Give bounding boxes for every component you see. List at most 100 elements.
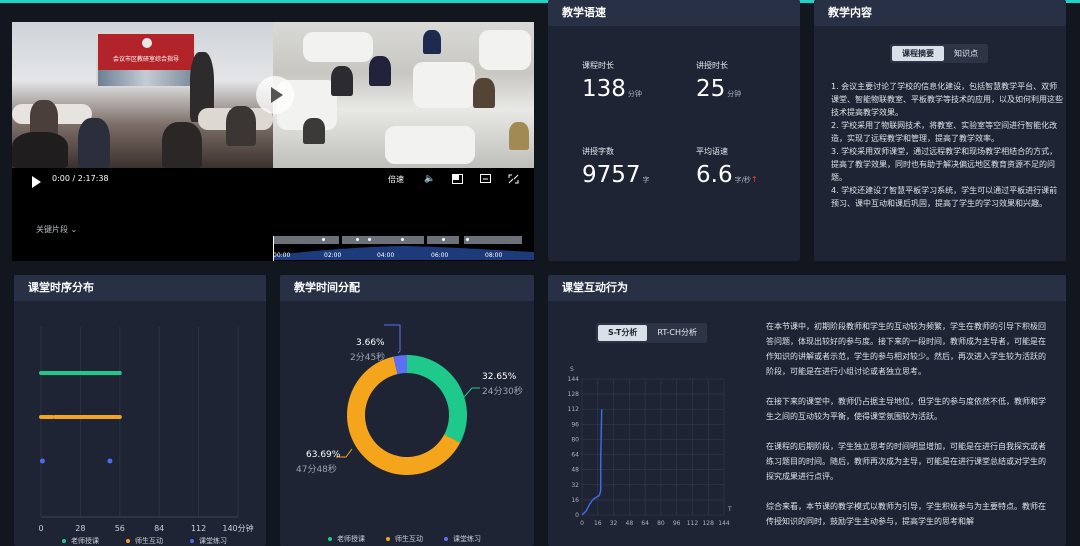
- timeline-chart: 0 28 56 84 112 140分钟: [38, 327, 254, 533]
- analysis-tabs: S-T分析 RT-CH分析: [596, 323, 707, 343]
- volume-icon[interactable]: 🔈: [424, 174, 435, 184]
- play-icon[interactable]: [32, 176, 41, 188]
- x-tick-label: 112: [687, 520, 699, 527]
- trend-up-icon: ↑: [750, 175, 758, 184]
- video-time: 0:00 / 2:17:38: [52, 174, 109, 183]
- camera-view-overhead: [273, 22, 534, 168]
- x-tick-label: 96: [673, 520, 681, 527]
- summary-item: 2. 学校采用了物联网技术，将教室、实验室等空间进行智能化改造，实现了远程教学和…: [831, 121, 1058, 143]
- word-count-value: 9757 字: [582, 162, 650, 188]
- legend-item: 老师授课: [62, 536, 99, 546]
- tab-summary[interactable]: 课程摘要: [892, 46, 944, 61]
- legend-item: 课堂练习: [190, 536, 227, 546]
- timeline-segment[interactable]: [273, 236, 339, 244]
- tab-knowledge-points[interactable]: 知识点: [944, 44, 988, 63]
- donut-label-pct: 32.65%: [482, 372, 517, 382]
- interaction-panel-title: 课堂互动行为: [548, 275, 1066, 301]
- y-tick-label: 16: [571, 497, 579, 504]
- y-tick-label: 64: [571, 452, 579, 459]
- donut-label-time: 24分30秒: [482, 387, 523, 397]
- x-tick-label: 0: [38, 524, 43, 533]
- timeline-panel-title: 课堂时序分布: [14, 275, 266, 301]
- timeline-segment[interactable]: [464, 236, 522, 244]
- legend-item: 师生互动: [386, 534, 423, 544]
- teaching-content-panel: 教学内容 课程摘要 知识点 1. 会议主要讨论了学校的信息化建设，包括智慧教学平…: [814, 0, 1066, 261]
- legend-item: 师生互动: [126, 536, 163, 546]
- st-line: [581, 409, 603, 516]
- y-tick-label: 48: [571, 467, 579, 474]
- summary-item: 3. 学校采用双师课堂，通过远程教学和现场教学相结合的方式，提高了教学效果，同时…: [831, 147, 1058, 182]
- content-panel-title: 教学内容: [814, 0, 1066, 26]
- x-tick-label: 48: [626, 520, 634, 527]
- video-player[interactable]: 会议市区教研室综合指导 0:00 / 2:17:38 倍速 🔈 关键片段 ⌄ 0…: [12, 22, 534, 261]
- y-tick-label: 32: [571, 482, 579, 489]
- tab-st-analysis[interactable]: S-T分析: [598, 325, 648, 341]
- tab-rtch-analysis[interactable]: RT-CH分析: [647, 323, 707, 343]
- picture-in-picture-icon[interactable]: [452, 174, 463, 184]
- x-tick-label: 28: [75, 524, 85, 533]
- avg-speed-value: 6.6 字/秒↑: [696, 162, 758, 188]
- analysis-paragraph: 在本节课中，初期阶段教师和学生的互动较为频繁，学生在教师的引导下积极回答问题，体…: [766, 322, 1046, 376]
- y-tick-label: 128: [568, 391, 580, 398]
- legend-item: 课堂练习: [444, 534, 481, 544]
- video-controls: 0:00 / 2:17:38 倍速 🔈 关键片段 ⌄ 00:00 02:00 0: [12, 168, 534, 261]
- timeline-point: [39, 458, 45, 464]
- st-chart: 0016163232484864648080969611211212812814…: [568, 366, 732, 527]
- x-tick-label: 16: [594, 520, 602, 527]
- lecture-duration-value: 25 分钟: [696, 76, 742, 102]
- leader-line: [463, 387, 480, 398]
- time-allocation-panel: 教学时间分配 3.66% 2分45秒 32.65% 24分30秒 63.69% …: [280, 275, 534, 546]
- y-tick-label: 112: [568, 406, 580, 413]
- x-tick-label: 140分钟: [222, 523, 253, 533]
- x-tick-label: 84: [154, 524, 164, 533]
- x-tick-label: 56: [115, 524, 125, 533]
- fullscreen-icon[interactable]: [508, 174, 519, 184]
- analysis-paragraph: 在接下来的课堂中，教师仍占据主导地位，但学生的参与度依然不低，教师和学生之间的互…: [766, 397, 1046, 421]
- x-axis-label: T: [727, 506, 732, 513]
- y-tick-label: 144: [568, 376, 580, 383]
- timeline-distribution-panel: 课堂时序分布 0 28 56 84 112 140分钟 老师授课 师生互动 课堂练习: [14, 275, 266, 546]
- analysis-paragraph: 在课程的后期阶段，学生独立思考的时间明显增加，可能是在进行自我探究或者练习题目的…: [766, 442, 1046, 481]
- screen-text: 会议市区教研室综合指导: [112, 56, 179, 63]
- word-count-label: 讲授字数: [582, 147, 614, 156]
- x-tick-label: 80: [657, 520, 665, 527]
- x-tick-label: 112: [191, 524, 206, 533]
- x-tick-label: 64: [641, 520, 649, 527]
- y-tick-label: 80: [571, 436, 579, 443]
- speech-panel-title: 教学语速: [548, 0, 800, 26]
- analysis-paragraph: 综合来看，本节课的教学模式以教师为引导，学生积极参与为主要特点。教师在传授知识的…: [766, 502, 1046, 526]
- donut-slice: [407, 355, 467, 443]
- avg-speed-label: 平均语速: [696, 147, 728, 156]
- speech-rate-panel: 教学语速 课程时长 138 分钟 讲授时长 25 分钟 讲授字数 9757 字 平均语…: [548, 0, 800, 261]
- content-tabs: 课程摘要 知识点: [890, 44, 988, 63]
- y-tick-label: 0: [575, 512, 579, 519]
- x-tick-label: 144: [718, 520, 730, 527]
- subtitle-icon[interactable]: [480, 174, 491, 184]
- camera-view-front: 会议市区教研室综合指导: [12, 22, 273, 168]
- y-tick-label: 96: [571, 421, 579, 428]
- key-segments-toggle[interactable]: 关键片段 ⌄: [36, 224, 77, 235]
- timeline-segment[interactable]: [342, 236, 424, 244]
- x-tick-label: 32: [610, 520, 618, 527]
- allocation-panel-title: 教学时间分配: [280, 275, 534, 301]
- donut-label-pct: 3.66%: [356, 338, 385, 348]
- donut-label-time: 2分45秒: [350, 353, 386, 363]
- donut-label-pct: 63.69%: [306, 450, 341, 460]
- y-axis-label: S: [570, 366, 574, 373]
- course-duration-value: 138 分钟: [582, 76, 642, 102]
- summary-item: 4. 学校还建设了智慧平板学习系统，学生可以通过平板进行课前预习、课中互动和课后…: [831, 186, 1058, 208]
- speed-button[interactable]: 倍速: [388, 174, 404, 185]
- leader-line: [384, 324, 401, 354]
- school-logo-icon: [142, 38, 152, 48]
- summary-item: 1. 会议主要讨论了学校的信息化建设，包括智慧教学平台、双师课堂、智能物联教室、…: [831, 82, 1063, 117]
- lecture-duration-label: 讲授时长: [696, 61, 728, 70]
- legend-item: 老师授课: [328, 534, 365, 544]
- donut-chart: [336, 324, 480, 475]
- course-duration-label: 课程时长: [582, 61, 614, 70]
- x-tick-label: 0: [580, 520, 584, 527]
- interaction-panel: 课堂互动行为 S-T分析 RT-CH分析 0 0 16 16 32 32 48 48 64 64 8…: [548, 275, 1066, 546]
- summary-text: 1. 会议主要讨论了学校的信息化建设，包括智慧教学平台、双师课堂、智能物联教室、…: [831, 80, 1063, 210]
- video-play-overlay-button[interactable]: [256, 76, 294, 114]
- projector-screen: 会议市区教研室综合指导: [96, 32, 196, 88]
- x-tick-label: 128: [702, 520, 714, 527]
